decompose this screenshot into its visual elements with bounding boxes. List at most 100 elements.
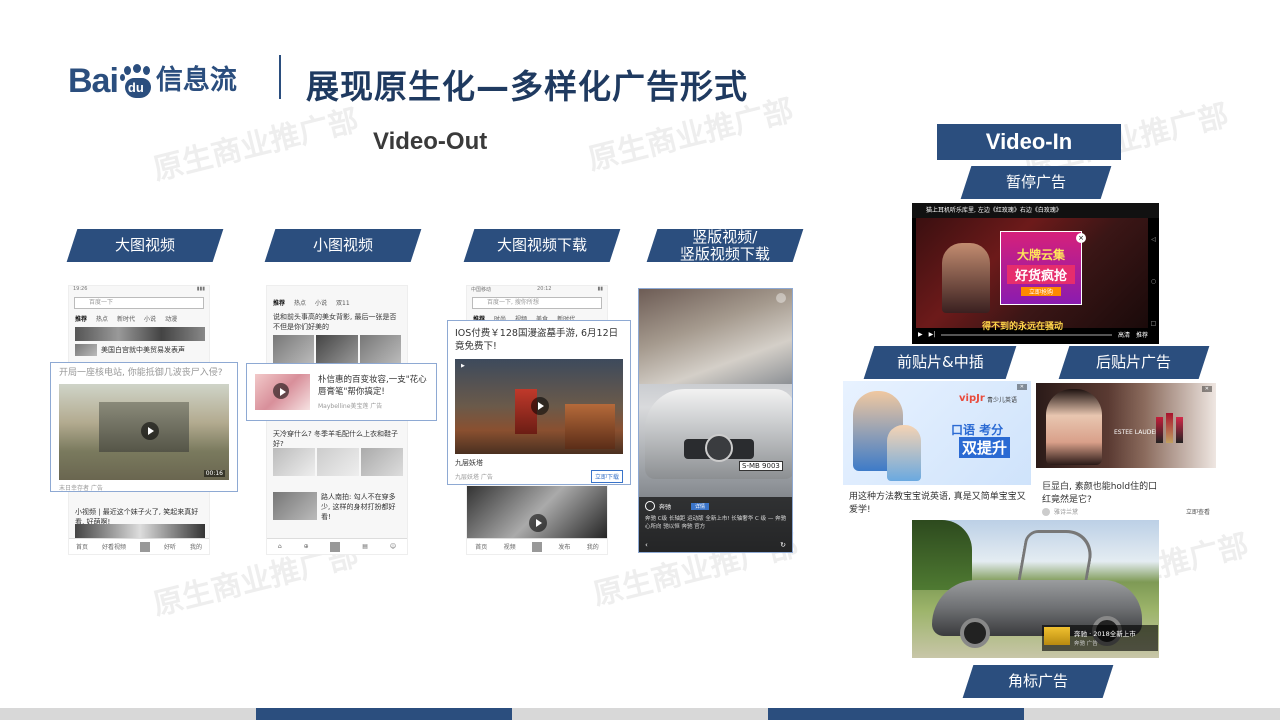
large-video-ad-card[interactable]: 开局一座核电站, 你能抵御几波丧尸入侵? 00:16 末日幸存者 广告 — [50, 362, 238, 492]
ad-video-thumbnail[interactable]: ▶ — [455, 359, 623, 454]
badge-car-thumb — [1044, 627, 1070, 645]
vertical-video-ad[interactable]: S-MB 9003 奔驰 详情 奔驰 C级 长轴距 运动版 全新上市! 长轴奢华… — [638, 288, 793, 553]
ad-video-thumbnail[interactable]: 00:16 — [59, 384, 229, 480]
post-roll-ad-card[interactable]: ESTEE LAUDER ✕ 巨显白, 素颜也能hold住的口红竟然是它? 雅诗… — [1036, 383, 1216, 518]
news-item[interactable]: 路人南拍: 勾人不在穿多少, 这样的身材打扮都好看! — [273, 492, 401, 522]
next-icon[interactable]: ▶| — [929, 331, 936, 338]
pause-ad-banner[interactable]: 大牌云集 好货疯抢 立即抢购 — [1000, 231, 1082, 305]
play-icon[interactable] — [529, 514, 547, 532]
nav-add-icon[interactable]: ⊕ — [304, 543, 309, 550]
nav-me[interactable]: 我的 — [587, 542, 599, 551]
search-input[interactable]: 百度一下, 搜你所想 — [472, 297, 602, 309]
tab-bar: 推荐 热点 小说 双11 — [267, 296, 407, 309]
brand-logo: ESTEE LAUDER — [1114, 429, 1160, 436]
bottom-nav: 首页 好看视频 好听 我的 — [69, 538, 209, 554]
play-icon[interactable] — [141, 422, 159, 440]
ad-title: 开局一座核电站, 你能抵御几波丧尸入侵? — [59, 368, 223, 378]
post-roll-video[interactable]: ESTEE LAUDER ✕ — [1036, 383, 1216, 468]
nav-center[interactable] — [531, 541, 542, 552]
search-input[interactable]: 百度一下 — [74, 297, 204, 309]
view-button[interactable]: 立即查看 — [1186, 507, 1210, 516]
nav-listen[interactable]: 好听 — [164, 542, 176, 551]
small-video-ad-card[interactable]: 朴信惠的百变妆容,一支"花心唇膏笔"帮你搞定! Maybelline美宝莲 广告 — [246, 363, 437, 421]
large-video-download-ad-card[interactable]: IOS付费￥128国漫盗墓手游, 6月12日竟免费下! ▶ 九层妖塔 九层妖塔 … — [447, 320, 631, 485]
logo-cn-text: 信息流 — [155, 65, 237, 96]
skip-badge[interactable]: ✕ — [1201, 386, 1212, 392]
android-nav: ◁ ○ □ — [1148, 218, 1159, 344]
label-pause-ad: 暂停广告 — [960, 166, 1112, 199]
ad-caption: 奔驰 C级 长轴距 运动版 全新上市! 长轴奢华 C 级 — 奔驰 心所向 驰以… — [645, 516, 787, 530]
ad-video-thumbnail[interactable] — [255, 374, 310, 410]
pre-roll-ad-card[interactable]: vipJr 青少儿英语 口语 考分 双提升 ✕ 用这种方法教宝宝说英语, 真是又… — [843, 381, 1031, 521]
nav-post[interactable]: 发布 — [558, 542, 570, 551]
play-icon[interactable] — [531, 397, 549, 415]
label-small-video: 小图视频 — [264, 229, 422, 262]
recent-icon[interactable]: □ — [1151, 320, 1157, 327]
tab[interactable]: 推荐 — [273, 298, 285, 307]
skip-badge[interactable]: ✕ — [1016, 384, 1027, 390]
nav-video[interactable]: 视频 — [504, 542, 516, 551]
video-controls: ▶ ▶| 高清 推荐 — [918, 330, 1148, 339]
news-item[interactable]: 天冷穿什么? 冬季羊毛配什么上衣和鞋子好? — [273, 429, 403, 449]
brand-name: 奔驰 — [659, 503, 672, 511]
performer-image — [942, 243, 990, 313]
play-icon[interactable]: ▶ — [918, 331, 923, 338]
back-icon[interactable]: ‹ — [645, 541, 648, 549]
close-icon[interactable]: × — [1076, 233, 1086, 243]
quality-button[interactable]: 高清 — [1118, 330, 1130, 339]
news-image-strip — [75, 327, 205, 341]
ad-caption: 巨显白, 素颜也能hold住的口红竟然是它? — [1042, 482, 1158, 505]
mercedes-logo-icon — [705, 434, 733, 462]
corner-ad-video[interactable]: 奔驰 · 2018全新上市 奔驰 广告 — [912, 520, 1159, 658]
tree-image — [912, 520, 972, 590]
tab[interactable]: 动漫 — [165, 314, 177, 323]
nav-list-icon[interactable]: ▤ — [362, 543, 368, 550]
footer-bar-segment — [768, 708, 1024, 720]
detail-button[interactable]: 详情 — [691, 502, 710, 510]
ad-meta: 雅诗兰黛 — [1054, 509, 1079, 516]
news-video-image[interactable] — [467, 486, 607, 538]
pause-ad-video[interactable]: 猫上耳机听乐库里, 左边《红玫瑰》右边《白玫瑰》 大牌云集 好货疯抢 立即抢购 … — [912, 203, 1159, 344]
ad-meta: Maybelline美宝莲 广告 — [318, 403, 383, 410]
play-icon[interactable] — [273, 383, 289, 399]
ad-title: 朴信惠的百变妆容,一支"花心唇膏笔"帮你搞定! — [318, 375, 427, 397]
nav-video[interactable]: 好看视频 — [102, 542, 126, 551]
progress-bar[interactable] — [941, 333, 1112, 336]
app-name: 九层妖塔 — [455, 459, 483, 467]
tab[interactable]: 热点 — [96, 314, 108, 323]
corner-badge[interactable]: 奔驰 · 2018全新上市 奔驰 广告 — [1042, 625, 1158, 651]
recommend-button[interactable]: 推荐 — [1136, 330, 1148, 339]
tab[interactable]: 热点 — [294, 298, 306, 307]
tab[interactable]: 新时代 — [117, 314, 135, 323]
home-icon[interactable]: ○ — [1151, 278, 1156, 285]
nav-me[interactable]: 我的 — [190, 542, 202, 551]
share-icon[interactable]: ↻ — [780, 541, 786, 549]
label-pre-mid-roll: 前贴片&中插 — [863, 346, 1017, 379]
ad-meta: 九层妖塔 广告 — [455, 474, 493, 481]
news-item[interactable]: 说和前头事高的美女背影, 最后一张是否不但是你们好美的 — [273, 312, 401, 332]
video-duration: 00:16 — [203, 470, 225, 477]
tab[interactable]: 小说 — [315, 298, 327, 307]
footer-bar-segment — [256, 708, 512, 720]
back-icon[interactable]: ◁ — [1151, 236, 1156, 243]
tab[interactable]: 推荐 — [75, 314, 87, 323]
brand-avatar — [645, 501, 655, 511]
ad-caption: 用这种方法教宝宝说英语, 真是又简单宝宝又爱学! — [849, 492, 1026, 515]
close-icon[interactable] — [776, 293, 786, 303]
download-button[interactable]: 立即下载 — [590, 470, 623, 483]
nav-center[interactable] — [330, 541, 341, 552]
bottom-nav: 首页 视频 发布 我的 — [467, 538, 607, 554]
grab-button[interactable]: 立即抢购 — [1021, 287, 1061, 296]
lipstick-image — [1156, 417, 1163, 443]
nav-home[interactable]: 首页 — [475, 542, 487, 551]
nav-center[interactable] — [139, 541, 150, 552]
tab[interactable]: 小说 — [144, 314, 156, 323]
nav-home[interactable]: 首页 — [76, 542, 88, 551]
baidu-feed-logo: Bai du 信息流 — [68, 46, 237, 98]
pre-roll-video[interactable]: vipJr 青少儿英语 口语 考分 双提升 ✕ — [843, 381, 1031, 485]
nav-me-icon[interactable]: ☺ — [390, 543, 396, 550]
nav-home-icon[interactable]: ⌂ — [278, 543, 282, 550]
label-large-video: 大图视频 — [66, 229, 224, 262]
tab[interactable]: 双11 — [336, 298, 350, 307]
news-item[interactable]: 美国白宫就中美贸易发表声 — [75, 344, 203, 356]
